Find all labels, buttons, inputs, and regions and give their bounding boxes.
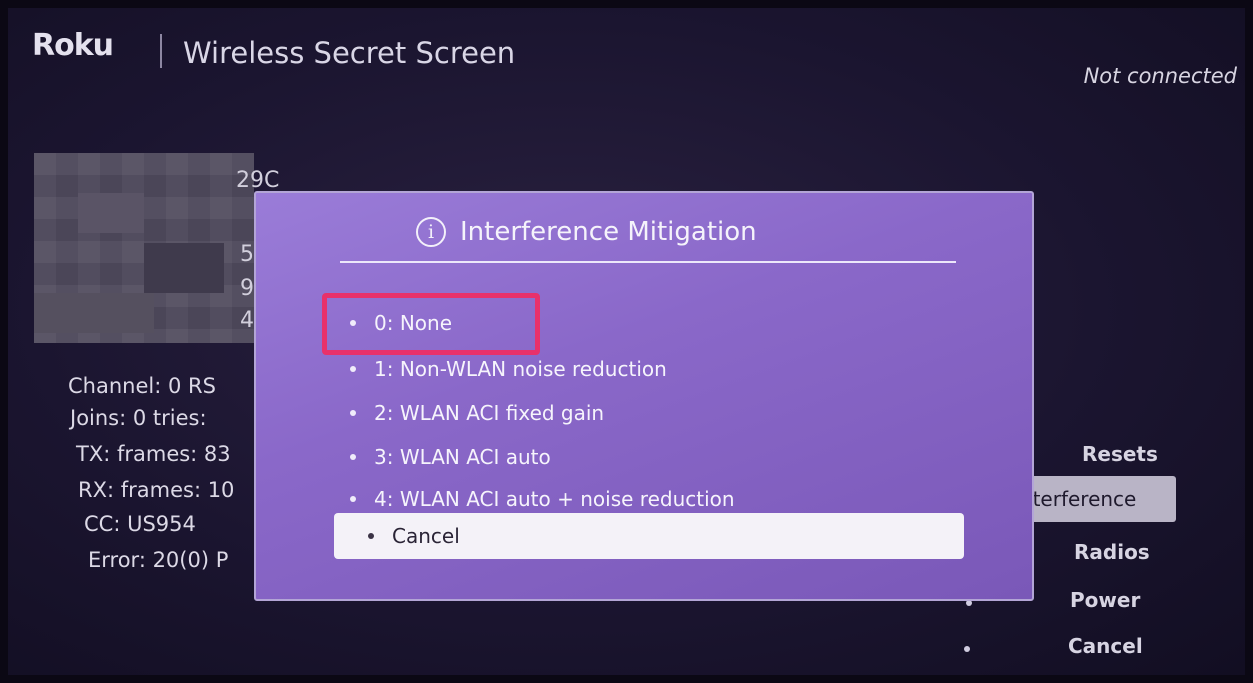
info-country-code: CC: US954 xyxy=(84,512,196,536)
bullet-icon xyxy=(350,496,356,502)
option-3-wlan-aci-auto[interactable]: 3: WLAN ACI auto xyxy=(350,445,551,469)
option-4-wlan-aci-auto-noise-reduction[interactable]: 4: WLAN ACI auto + noise reduction xyxy=(350,487,735,511)
dialog-cancel-button[interactable]: Cancel xyxy=(334,513,964,559)
cancel-label: Cancel xyxy=(392,524,460,548)
option-1-non-wlan-noise-reduction[interactable]: 1: Non-WLAN noise reduction xyxy=(350,357,667,381)
info-joins: Joins: 0 tries: xyxy=(70,406,207,430)
side-menu-radios[interactable]: Radios xyxy=(1074,540,1150,564)
option-2-wlan-aci-fixed-gain[interactable]: 2: WLAN ACI fixed gain xyxy=(350,401,604,425)
page-title: Wireless Secret Screen xyxy=(183,36,516,70)
option-label: 2: WLAN ACI fixed gain xyxy=(374,401,605,425)
side-menu-resets[interactable]: Resets xyxy=(1082,442,1158,466)
interference-mitigation-dialog: i Interference Mitigation 0: None 1: Non… xyxy=(254,191,1034,601)
side-menu-cancel[interactable]: Cancel xyxy=(1068,634,1143,658)
pixelated-redaction xyxy=(34,153,254,343)
option-label: 0: None xyxy=(374,311,452,335)
info-error: Error: 20(0) P xyxy=(88,548,229,572)
option-label: 1: Non-WLAN noise reduction xyxy=(374,357,667,381)
bullet-icon xyxy=(368,533,374,539)
info-tx-frames: TX: frames: 83 xyxy=(76,442,231,466)
tv-screen: Roku Wireless Secret Screen Not connecte… xyxy=(8,8,1245,675)
title-separator xyxy=(160,34,162,68)
dialog-header: i Interference Mitigation xyxy=(416,217,757,247)
partial-value: 5 xyxy=(240,242,254,267)
option-label: 4: WLAN ACI auto + noise reduction xyxy=(374,487,735,511)
info-rx-frames: RX: frames: 10 xyxy=(78,478,235,502)
partial-value: 29C xyxy=(236,168,280,193)
bullet-icon xyxy=(350,366,356,372)
connection-status: Not connected xyxy=(1083,64,1237,88)
bullet-icon xyxy=(350,320,356,326)
bullet-icon xyxy=(350,410,356,416)
partial-value: 9 xyxy=(240,276,254,301)
side-menu-power[interactable]: Power xyxy=(1070,588,1140,612)
side-menu-bullet xyxy=(964,646,970,652)
option-0-none[interactable]: 0: None xyxy=(350,311,452,335)
option-label: 3: WLAN ACI auto xyxy=(374,445,551,469)
info-icon: i xyxy=(416,217,446,247)
info-channel: Channel: 0 RS xyxy=(68,374,216,398)
dialog-divider xyxy=(340,261,956,263)
bullet-icon xyxy=(350,454,356,460)
dialog-title: Interference Mitigation xyxy=(460,217,757,247)
roku-logo: Roku xyxy=(32,28,114,63)
